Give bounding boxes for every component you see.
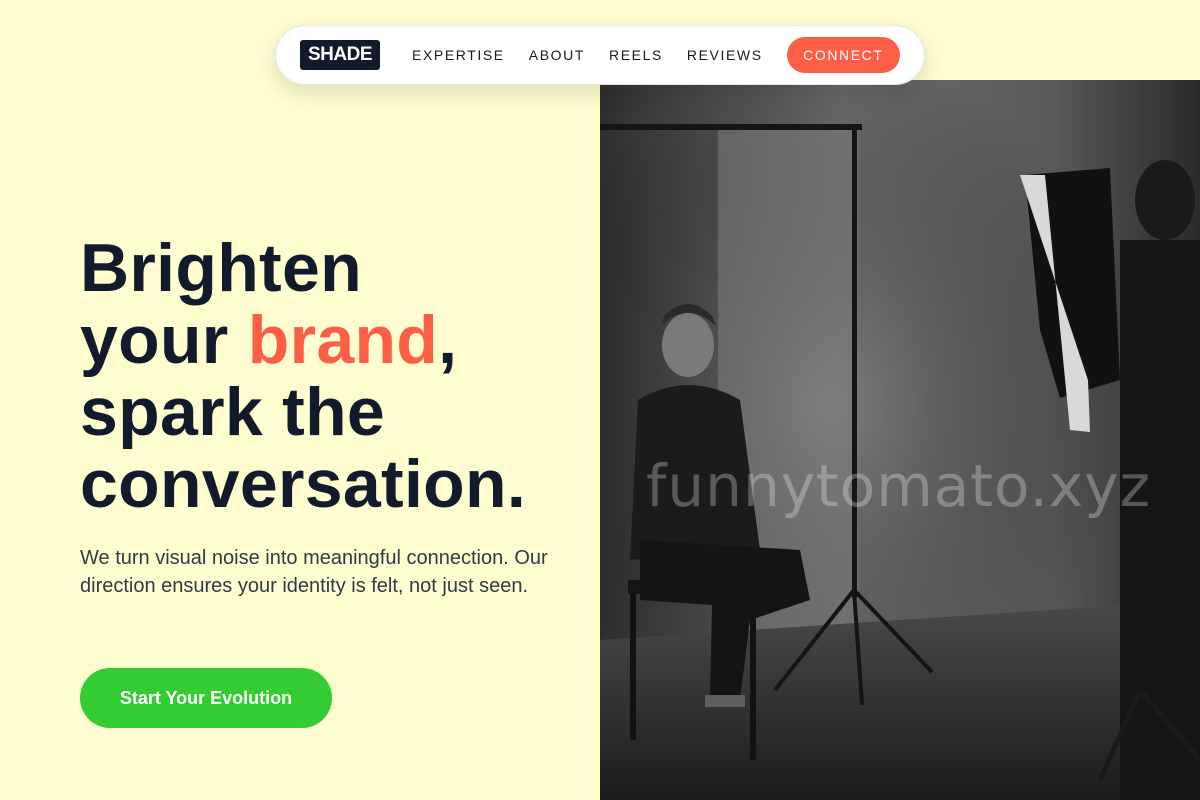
headline-line-3: spark the — [80, 374, 386, 450]
nav-link-reviews[interactable]: REVIEWS — [687, 47, 763, 63]
headline-line-2-end: , — [438, 302, 458, 378]
nav-link-reels[interactable]: REELS — [609, 47, 663, 63]
top-navigation-bar: SHADE EXPERTISE ABOUT REELS REVIEWS CONN… — [275, 25, 925, 85]
hero-headline: Brighten your brand, spark the conversat… — [80, 232, 580, 520]
nav-link-about[interactable]: ABOUT — [529, 47, 585, 63]
headline-line-4: conversation. — [80, 446, 527, 522]
hero-photo — [600, 80, 1200, 800]
hero-subtitle: We turn visual noise into meaningful con… — [80, 547, 548, 597]
headline-line-2-start: your — [80, 302, 248, 378]
headline-line-1: Brighten — [80, 230, 362, 306]
nav-link-expertise[interactable]: EXPERTISE — [412, 47, 505, 63]
start-evolution-button[interactable]: Start Your Evolution — [80, 668, 332, 728]
brand-logo[interactable]: SHADE — [300, 40, 381, 70]
headline-accent-word: brand — [247, 302, 439, 378]
nav-links: EXPERTISE ABOUT REELS REVIEWS — [412, 47, 787, 63]
connect-button[interactable]: CONNECT — [786, 37, 900, 73]
